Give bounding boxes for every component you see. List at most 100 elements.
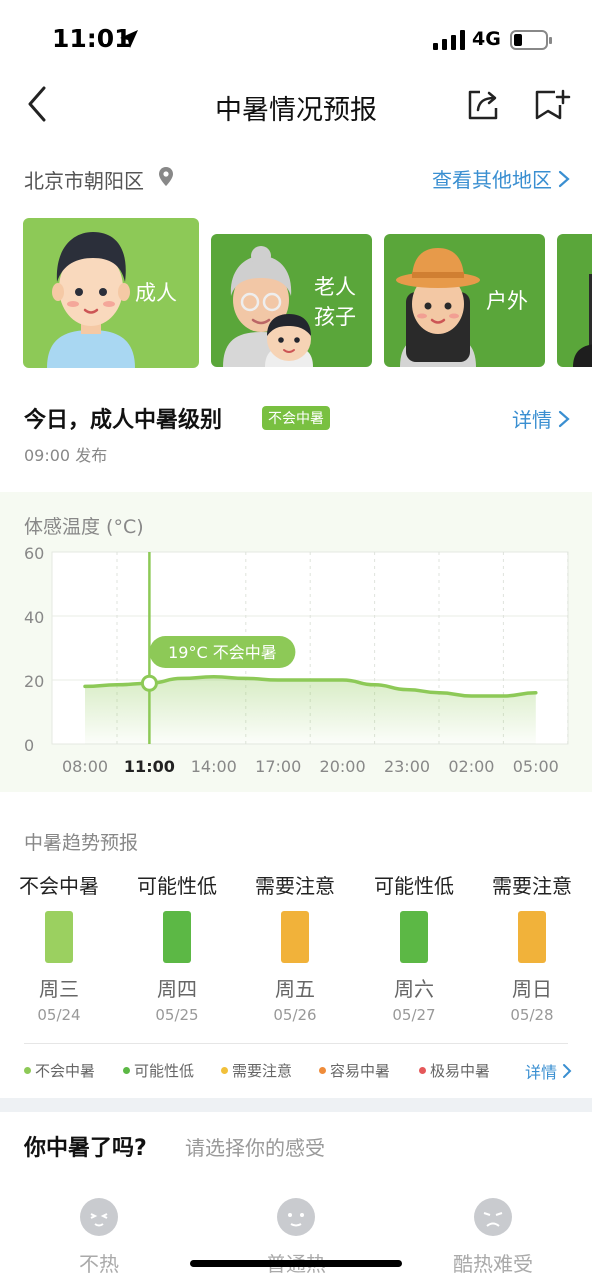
legend-dot (24, 1067, 31, 1074)
signal-icon (433, 30, 465, 50)
section-separator (0, 1098, 592, 1112)
feeling-label: 酷热难受 (453, 1252, 533, 1276)
other-region-label: 查看其他地区 (432, 168, 552, 192)
location-arrow-icon (120, 30, 138, 48)
x-tick-label: 05:00 (513, 757, 559, 776)
day-name: 周三 (39, 977, 79, 1001)
day-date: 05/24 (37, 1006, 81, 1024)
legend-label: 极易中暑 (430, 1062, 491, 1080)
highlight-tooltip-label: 19°C 不会中暑 (168, 643, 277, 662)
feeling-option-not-hot[interactable]: 不热 (34, 1198, 164, 1277)
x-tick-label: 14:00 (191, 757, 237, 776)
category-children-label-2: 孩子 (314, 305, 356, 329)
legend-dot (221, 1067, 228, 1074)
feeling-label: 不热 (79, 1252, 119, 1276)
elderly-child-avatar-icon (223, 246, 313, 367)
y-tick-label: 0 (24, 736, 34, 755)
day-status: 需要注意 (492, 874, 572, 898)
uncomfortable-face-icon (474, 1198, 512, 1236)
share-button[interactable] (466, 88, 500, 122)
chevron-right-icon (558, 410, 570, 427)
day-name: 周四 (157, 977, 197, 1001)
worker-avatar-icon (573, 274, 592, 367)
today-level-section: 今日，成人中暑级别 不会中暑 详情 09:00 发布 (0, 398, 592, 468)
trend-day-item[interactable]: 不会中暑 周三 05/24 (0, 870, 118, 1024)
day-level-bar (400, 911, 428, 963)
nav-bar: 中暑情况预报 (0, 80, 592, 130)
battery-icon (510, 30, 552, 50)
legend-label: 不会中暑 (35, 1062, 96, 1080)
day-level-bar (281, 911, 309, 963)
category-carousel: 成人 老人 孩子 户外 (0, 218, 592, 370)
legend-item: 容易中暑 (319, 1060, 390, 1081)
trend-day-item[interactable]: 可能性低 周六 05/27 (355, 870, 473, 1024)
day-name: 周日 (512, 977, 552, 1001)
x-tick-label: 23:00 (384, 757, 430, 776)
y-tick-label: 40 (24, 608, 44, 627)
add-bookmark-button[interactable] (533, 88, 571, 122)
legend-dot (319, 1067, 326, 1074)
legend-label: 容易中暑 (330, 1062, 391, 1080)
feeling-hint: 请选择你的感受 (185, 1136, 325, 1160)
category-more[interactable] (557, 234, 592, 367)
x-tick-label: 20:00 (320, 757, 366, 776)
legend-item: 不会中暑 (24, 1060, 95, 1081)
home-indicator (190, 1260, 402, 1267)
legend-item: 极易中暑 (419, 1060, 490, 1081)
category-outdoor[interactable]: 户外 (384, 234, 545, 367)
category-elderly-label-1: 老人 (314, 275, 356, 299)
day-level-bar (163, 911, 191, 963)
feeling-option-very-hot[interactable]: 酷热难受 (428, 1198, 558, 1277)
highlight-point (140, 674, 158, 692)
feeling-question: 你中暑了吗? (24, 1136, 147, 1161)
x-tick-label: 08:00 (62, 757, 108, 776)
other-region-link[interactable]: 查看其他地区 (432, 164, 570, 193)
level-badge: 不会中暑 (262, 406, 330, 430)
level-legend: 不会中暑 可能性低 需要注意 容易中暑 极易中暑 详情 (24, 1060, 572, 1084)
day-name: 周五 (275, 977, 315, 1001)
legend-detail-link[interactable]: 详情 (525, 1059, 572, 1083)
feels-like-chart: 体感温度 (°C) 0 20 40 60 08:00 11:00 14:00 17:00 20:… (0, 492, 592, 792)
today-detail-link[interactable]: 详情 (512, 404, 570, 433)
trend-day-item[interactable]: 需要注意 周日 05/28 (473, 870, 591, 1024)
day-status: 可能性低 (374, 874, 454, 898)
day-status: 需要注意 (255, 874, 335, 898)
day-date: 05/25 (155, 1006, 199, 1024)
x-tick-label: 11:00 (124, 757, 175, 776)
category-outdoor-label: 户外 (486, 289, 528, 313)
cool-face-icon (80, 1198, 118, 1236)
category-elderly-children[interactable]: 老人 孩子 (211, 234, 372, 367)
location-pin-icon (159, 167, 173, 186)
current-city: 北京市朝阳区 (24, 169, 144, 193)
network-type: 4G (472, 28, 501, 50)
neutral-face-icon (277, 1198, 315, 1236)
trend-day-item[interactable]: 需要注意 周五 05/26 (236, 870, 354, 1024)
legend-dot (123, 1067, 130, 1074)
x-tick-label: 02:00 (448, 757, 494, 776)
status-bar: 11:01 4G (0, 0, 592, 80)
trend-title: 中暑趋势预报 (24, 832, 139, 854)
legend-item: 可能性低 (123, 1060, 194, 1081)
category-adult[interactable]: 成人 (23, 218, 199, 368)
day-name: 周六 (394, 977, 434, 1001)
publish-time: 09:00 发布 (24, 446, 108, 465)
day-status: 可能性低 (137, 874, 217, 898)
location-row: 北京市朝阳区 查看其他地区 (0, 160, 592, 200)
trend-section: 中暑趋势预报 不会中暑 周三 05/24 可能性低 周四 05/25 需要注意 … (0, 810, 592, 1100)
day-status: 不会中暑 (19, 874, 99, 898)
legend-detail-label: 详情 (524, 1063, 557, 1082)
y-tick-label: 20 (24, 672, 44, 691)
feeling-section: 你中暑了吗? 请选择你的感受 不热 普通热 酷热难受 (0, 1112, 592, 1280)
chevron-right-icon (558, 170, 570, 187)
legend-label: 可能性低 (134, 1062, 195, 1080)
y-tick-label: 60 (24, 544, 44, 563)
day-date: 05/26 (273, 1006, 317, 1024)
day-date: 05/27 (392, 1006, 436, 1024)
today-detail-label: 详情 (512, 408, 552, 432)
category-adult-label: 成人 (135, 281, 177, 305)
page-title: 中暑情况预报 (215, 95, 377, 126)
chart-plot[interactable]: 0 20 40 60 08:00 11:00 14:00 17:00 20:00 23:00 02:… (0, 492, 592, 792)
outdoor-avatar-icon (396, 248, 480, 367)
trend-day-item[interactable]: 可能性低 周四 05/25 (118, 870, 236, 1024)
legend-label: 需要注意 (232, 1062, 293, 1080)
